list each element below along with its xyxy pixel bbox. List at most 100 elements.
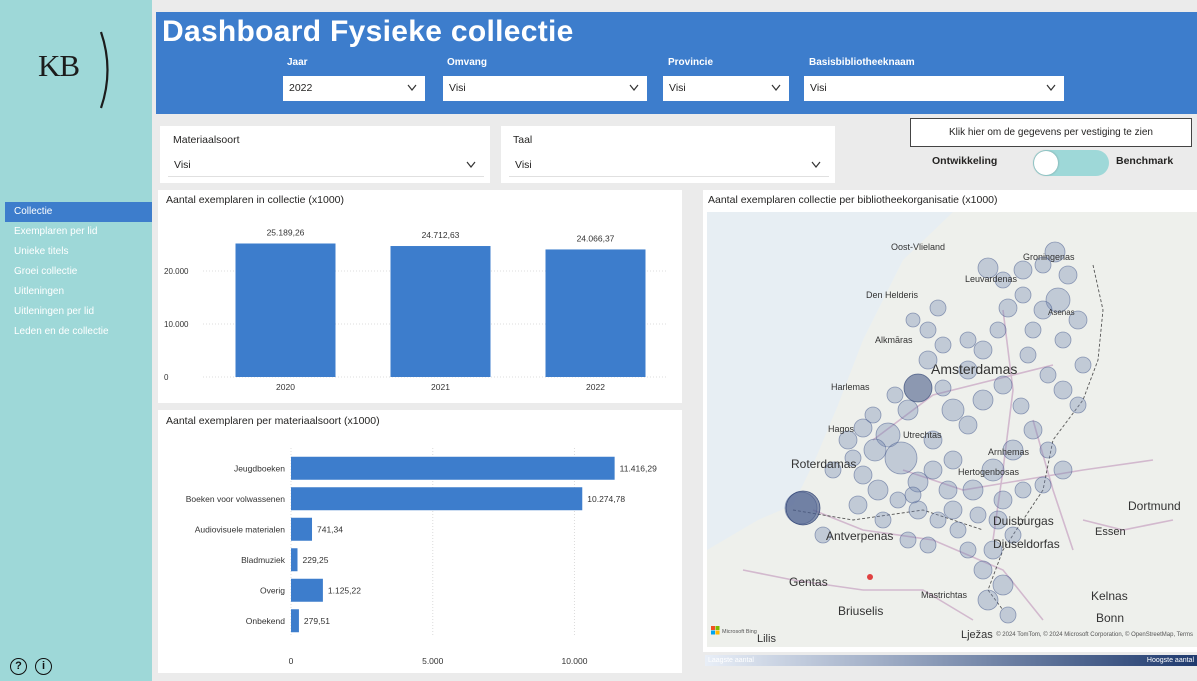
materiaalsoort-dropdown[interactable]: Visi (168, 153, 484, 177)
map-bubble (999, 606, 1017, 624)
jaar-value: 2022 (289, 82, 313, 94)
map-bubble (929, 299, 947, 317)
toggle-knob (1034, 151, 1058, 175)
basisbibliotheek-label: Basisbibliotheeknaam (809, 57, 915, 68)
map-bubble (969, 506, 987, 524)
map-bubble (958, 415, 978, 435)
map-place-label: Alkmāras (875, 335, 913, 345)
column-bar (390, 246, 491, 377)
map-place-label: Mastrichtas (921, 590, 968, 600)
bar-value-label: 10.274,78 (587, 494, 625, 504)
map-place-label: Asenas (1048, 308, 1075, 317)
basisbibliotheek-dropdown[interactable]: Visi (804, 76, 1064, 101)
bar-value-label: 1.125,22 (328, 585, 361, 595)
legend-low-label: Laagste aantal (708, 657, 754, 664)
material-bar (291, 456, 615, 480)
materiaalsoort-bar-chart: 0 5.000 10.000 Jeugdboeken 11.416,29 Boeken v… (186, 448, 657, 666)
chevron-down-icon (629, 84, 639, 91)
map-bubble (1023, 420, 1043, 440)
nav-item-unieke-titels[interactable]: Unieke titels (5, 242, 152, 262)
map-card: Aantal exemplaren collectie per biblioth… (703, 190, 1197, 652)
map-bubble (905, 312, 921, 328)
map-bubble (1012, 397, 1030, 415)
map-bubble (992, 574, 1014, 596)
category-label: Overig (260, 585, 285, 595)
map-bubble (1069, 396, 1087, 414)
map-bubble (973, 560, 993, 580)
map-bubble (1024, 321, 1042, 339)
materiaalsoort-value: Visi (174, 159, 191, 171)
bar-value-label: 229,25 (302, 555, 328, 565)
omvang-label: Omvang (447, 57, 488, 68)
page-title: Dashboard Fysieke collectie (162, 15, 574, 48)
map-credits: © 2024 TomTom, © 2024 Microsoft Corporat… (996, 631, 1193, 638)
help-icons: ? i (10, 658, 52, 675)
map-place-label: Den Helderis (866, 290, 919, 300)
map-bubble (938, 480, 958, 500)
map-bubble (973, 340, 993, 360)
map-place-label: Gentas (789, 575, 828, 589)
category-label: Audiovisuele materialen (195, 524, 286, 534)
bubble-map[interactable]: Oost-Vlieland Groningenas Leuvardenas Den H… (703, 190, 1197, 652)
nav-item-leden-collectie[interactable]: Leden en de collectie (5, 322, 152, 342)
y-tick-label: 10.000 (164, 320, 189, 329)
map-place-label: Arnhemas (988, 447, 1030, 457)
x-tick-label: 2020 (276, 382, 295, 392)
toggle-switch[interactable] (1033, 150, 1109, 176)
map-place-label: Kelnas (1091, 589, 1128, 603)
toggle-left-label: Ontwikkeling (932, 155, 998, 167)
basisbibliotheek-value: Visi (810, 82, 827, 94)
material-bar (291, 578, 323, 602)
material-bar (291, 609, 299, 633)
map-bubble (919, 321, 937, 339)
chevron-down-icon (466, 161, 476, 168)
map-bubble (993, 490, 1013, 510)
x-tick-label: 10.000 (561, 656, 587, 666)
map-bubble (1019, 346, 1037, 364)
map-bubble (972, 389, 994, 411)
nav-item-uitleningen-per-lid[interactable]: Uitleningen per lid (5, 302, 152, 322)
omvang-dropdown[interactable]: Visi (443, 76, 647, 101)
category-label: Bladmuziek (241, 555, 286, 565)
map-bubble (904, 486, 922, 504)
map-place-label: Dortmund (1128, 499, 1181, 513)
bar-value-label: 279,51 (304, 616, 330, 626)
provincie-dropdown[interactable]: Visi (663, 76, 789, 101)
map-bubble (923, 460, 943, 480)
help-icon[interactable]: ? (10, 658, 27, 675)
chevron-down-icon (811, 161, 821, 168)
vestiging-button[interactable]: Klik hier om de gegevens per vestiging t… (910, 118, 1192, 147)
map-bubble (962, 479, 984, 501)
collectie-chart-card: Aantal exemplaren in collectie (x1000) 0… (158, 190, 682, 403)
map-bubble (884, 441, 918, 475)
material-bar (291, 487, 583, 511)
toggle-right-label: Benchmark (1116, 155, 1174, 167)
map-bubble (959, 331, 977, 349)
map-place-label: Amsterdamas (931, 361, 1017, 377)
info-icon[interactable]: i (35, 658, 52, 675)
materiaalsoort-chart-card: Aantal exemplaren per materiaalsoort (x1… (158, 410, 682, 673)
map-bubble (1074, 356, 1092, 374)
omvang-value: Visi (449, 82, 466, 94)
category-label: Jeugdboeken (234, 463, 285, 473)
ontwikkeling-benchmark-toggle: Ontwikkeling Benchmark (930, 150, 1192, 176)
logo-bracket-icon (99, 31, 109, 109)
map-bubble (993, 375, 1013, 395)
map-bubble (1034, 476, 1052, 494)
map-bubble (848, 495, 868, 515)
materiaalsoort-label: Materiaalsoort (173, 134, 240, 146)
legend-high-label: Hoogste aantal (1146, 657, 1194, 664)
nav-item-collectie[interactable]: Collectie (5, 202, 152, 222)
column-bar (545, 249, 646, 377)
category-label: Onbekend (246, 616, 285, 626)
map-bubble (919, 536, 937, 554)
nav-item-uitleningen[interactable]: Uitleningen (5, 282, 152, 302)
nav-item-exemplaren-per-lid[interactable]: Exemplaren per lid (5, 222, 152, 242)
map-bubble (1058, 265, 1078, 285)
nav-item-groei-collectie[interactable]: Groei collectie (5, 262, 152, 282)
taal-dropdown[interactable]: Visi (509, 153, 829, 177)
map-bubble (864, 406, 882, 424)
chevron-down-icon (407, 84, 417, 91)
map-bubble (989, 321, 1007, 339)
jaar-dropdown[interactable]: 2022 (283, 76, 425, 101)
